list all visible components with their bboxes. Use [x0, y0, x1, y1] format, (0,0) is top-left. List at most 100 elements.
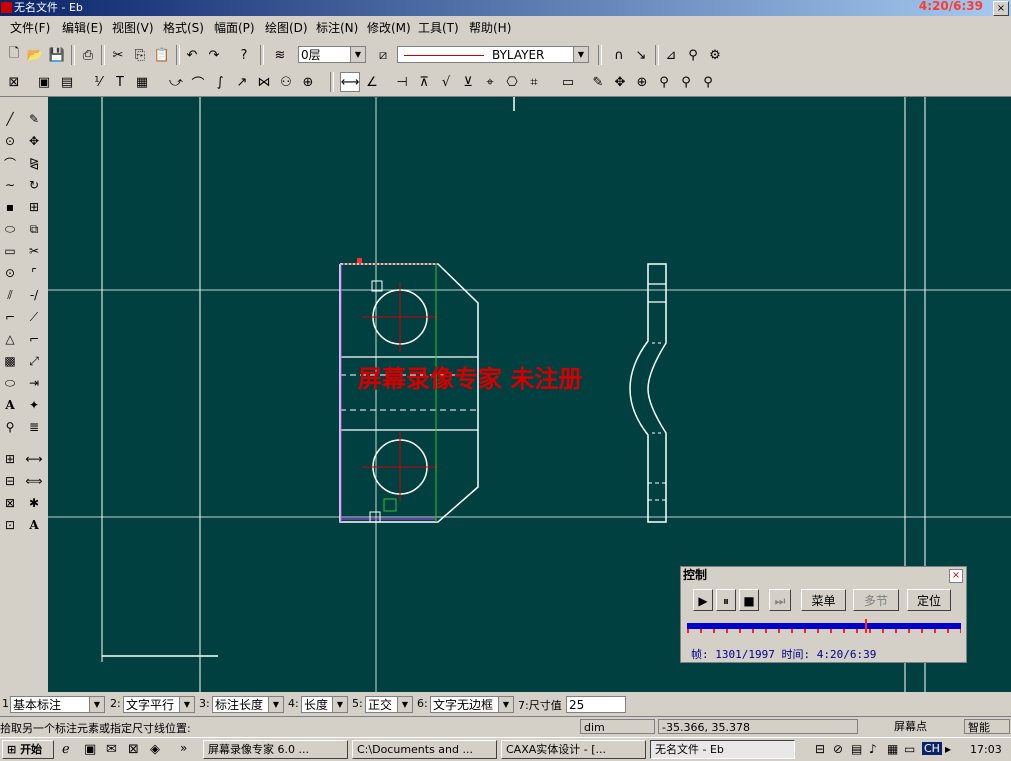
- roughness-icon[interactable]: √: [436, 72, 456, 92]
- task-recorder[interactable]: 屏幕录像专家 6.0 ...: [203, 740, 348, 759]
- curve-icon[interactable]: ⤻: [166, 72, 186, 92]
- layer-select[interactable]: 0层 ▼: [298, 46, 366, 63]
- help-icon[interactable]: ?: [234, 45, 254, 65]
- orthogonal-select[interactable]: 正交 ▼: [365, 696, 413, 713]
- text-align-select[interactable]: 文字平行 ▼: [123, 696, 195, 713]
- trim-icon[interactable]: ✂: [24, 241, 44, 261]
- text-draw-icon[interactable]: A: [0, 395, 20, 415]
- break-icon[interactable]: -/: [24, 285, 44, 305]
- dim-tool-2-icon[interactable]: ⊟: [0, 471, 20, 491]
- fraction-icon[interactable]: ⅟: [88, 72, 108, 92]
- length-type-select[interactable]: 长度 ▼: [301, 696, 348, 713]
- rotate-icon[interactable]: ↻: [24, 175, 44, 195]
- circle-icon[interactable]: ⊙: [0, 131, 20, 151]
- array-icon[interactable]: ⊞: [24, 197, 44, 217]
- tray-app-icon[interactable]: ▤: [851, 742, 862, 756]
- ellipse-icon[interactable]: ⬭: [0, 219, 20, 239]
- align-icon[interactable]: ⇥: [24, 373, 44, 393]
- point-icon[interactable]: ▪: [0, 197, 20, 217]
- hatch-icon[interactable]: ▭: [558, 72, 578, 92]
- datum-icon[interactable]: ⊼: [414, 72, 434, 92]
- chevron-down-icon[interactable]: ▼: [498, 697, 513, 712]
- node-icon[interactable]: ⋈: [254, 72, 274, 92]
- stop-button[interactable]: ■: [739, 589, 759, 611]
- tray-volume-icon[interactable]: ♪: [869, 742, 877, 756]
- tray-network-icon[interactable]: ⊟: [815, 742, 825, 756]
- tray-monitor-icon[interactable]: ▭: [904, 742, 915, 756]
- eraser-icon[interactable]: ✎: [24, 109, 44, 129]
- linear-dim-icon[interactable]: ⟷: [340, 72, 360, 92]
- section-icon[interactable]: ⎔: [502, 72, 522, 92]
- rectangle-icon[interactable]: ▭: [0, 241, 20, 261]
- dim-value-input[interactable]: 25: [566, 696, 626, 713]
- copy-icon[interactable]: ⎘: [130, 45, 150, 65]
- cut-icon[interactable]: ✂: [108, 45, 128, 65]
- dim-type-select[interactable]: 基本标注 ▼: [10, 696, 105, 713]
- pen-icon[interactable]: ✎: [588, 72, 608, 92]
- dim-tool-5-icon[interactable]: ⟷: [24, 449, 44, 469]
- arrow-icon[interactable]: ↗: [232, 72, 252, 92]
- text-icon[interactable]: T: [110, 72, 130, 92]
- polyline-icon[interactable]: ⌐: [0, 307, 20, 327]
- save-icon[interactable]: 💾: [47, 45, 67, 65]
- extend-icon[interactable]: ⟋: [24, 307, 44, 327]
- layer-icon[interactable]: ≋: [270, 45, 290, 65]
- linetype-icon[interactable]: ⧄: [373, 45, 393, 65]
- smart-mode[interactable]: 智能: [964, 719, 1010, 734]
- scale-icon[interactable]: ⧉: [24, 219, 44, 239]
- menu-draw[interactable]: 绘图(D): [265, 19, 308, 36]
- close-icon[interactable]: ×: [949, 569, 963, 583]
- dim-tool-4-icon[interactable]: ⊡: [0, 515, 20, 535]
- settings-icon[interactable]: ⚙: [705, 45, 725, 65]
- redo-icon[interactable]: ↷: [204, 45, 224, 65]
- paste-icon[interactable]: 📋: [152, 45, 172, 65]
- print-icon[interactable]: ⎙: [78, 45, 98, 65]
- equidistant-icon[interactable]: ⫽: [0, 285, 20, 305]
- label-icon[interactable]: ⌗: [524, 72, 544, 92]
- snap-mode[interactable]: 屏幕点: [894, 719, 954, 734]
- tray-antivirus-icon[interactable]: ⊘: [833, 742, 843, 756]
- chevron-down-icon[interactable]: ▼: [268, 697, 283, 712]
- center-line-icon[interactable]: ⊙: [0, 263, 20, 283]
- command-input[interactable]: dim: [580, 719, 655, 734]
- chevron-down-icon[interactable]: ▼: [332, 697, 347, 712]
- zoom-all-icon[interactable]: ⚲: [676, 72, 696, 92]
- zoom-window-icon[interactable]: ⚲: [654, 72, 674, 92]
- menu-dimension[interactable]: 标注(N): [316, 19, 358, 36]
- task-caxa-solid[interactable]: CAXA实体设计 - [...: [501, 740, 646, 759]
- more-icon[interactable]: »: [180, 741, 187, 755]
- mirror-icon[interactable]: ⧎: [24, 153, 44, 173]
- arc-icon[interactable]: ⌒: [188, 72, 208, 92]
- quicklaunch-icon[interactable]: ⊠: [128, 742, 139, 757]
- spline-draw-icon[interactable]: ∼: [0, 175, 20, 195]
- polygon-icon[interactable]: △: [0, 329, 20, 349]
- start-button[interactable]: ⊞ 开始: [2, 740, 54, 759]
- move-icon[interactable]: ✥: [24, 131, 44, 151]
- dim-tool-6-icon[interactable]: ⟺: [24, 471, 44, 491]
- menu-edit[interactable]: 编辑(E): [62, 19, 103, 36]
- menu-tools[interactable]: 工具(T): [418, 19, 459, 36]
- fillet-icon[interactable]: ⌜: [24, 263, 44, 283]
- lines-icon[interactable]: ≣: [24, 417, 44, 437]
- menu-modify[interactable]: 修改(M): [367, 19, 411, 36]
- outlook-icon[interactable]: ✉: [106, 742, 117, 757]
- angle-dim-icon[interactable]: ∠: [362, 72, 382, 92]
- regen-icon[interactable]: ⊠: [4, 72, 24, 92]
- menu-file[interactable]: 文件(F): [10, 19, 50, 36]
- new-file-icon[interactable]: 🗋: [4, 45, 24, 65]
- menu-sheet[interactable]: 幅面(P): [214, 19, 255, 36]
- zoom-tool-icon[interactable]: ⚲: [0, 417, 20, 437]
- dim-mode-select[interactable]: 标注长度 ▼: [212, 696, 284, 713]
- leader-icon[interactable]: ⊣: [392, 72, 412, 92]
- fill-icon[interactable]: ⬭: [0, 373, 20, 393]
- title-block-icon[interactable]: ▤: [57, 72, 77, 92]
- stretch-icon[interactable]: ⤢: [24, 351, 44, 371]
- tray-ime-icon[interactable]: ▸: [945, 742, 951, 756]
- play-button[interactable]: ▶: [693, 589, 713, 611]
- multi-section-button[interactable]: 多节: [853, 589, 899, 611]
- undo-icon[interactable]: ↶: [182, 45, 202, 65]
- tray-display-icon[interactable]: ▦: [887, 742, 898, 756]
- user-icon[interactable]: ⚇: [276, 72, 296, 92]
- dim-tool-3-icon[interactable]: ⊠: [0, 493, 20, 513]
- query-icon[interactable]: ⚲: [683, 45, 703, 65]
